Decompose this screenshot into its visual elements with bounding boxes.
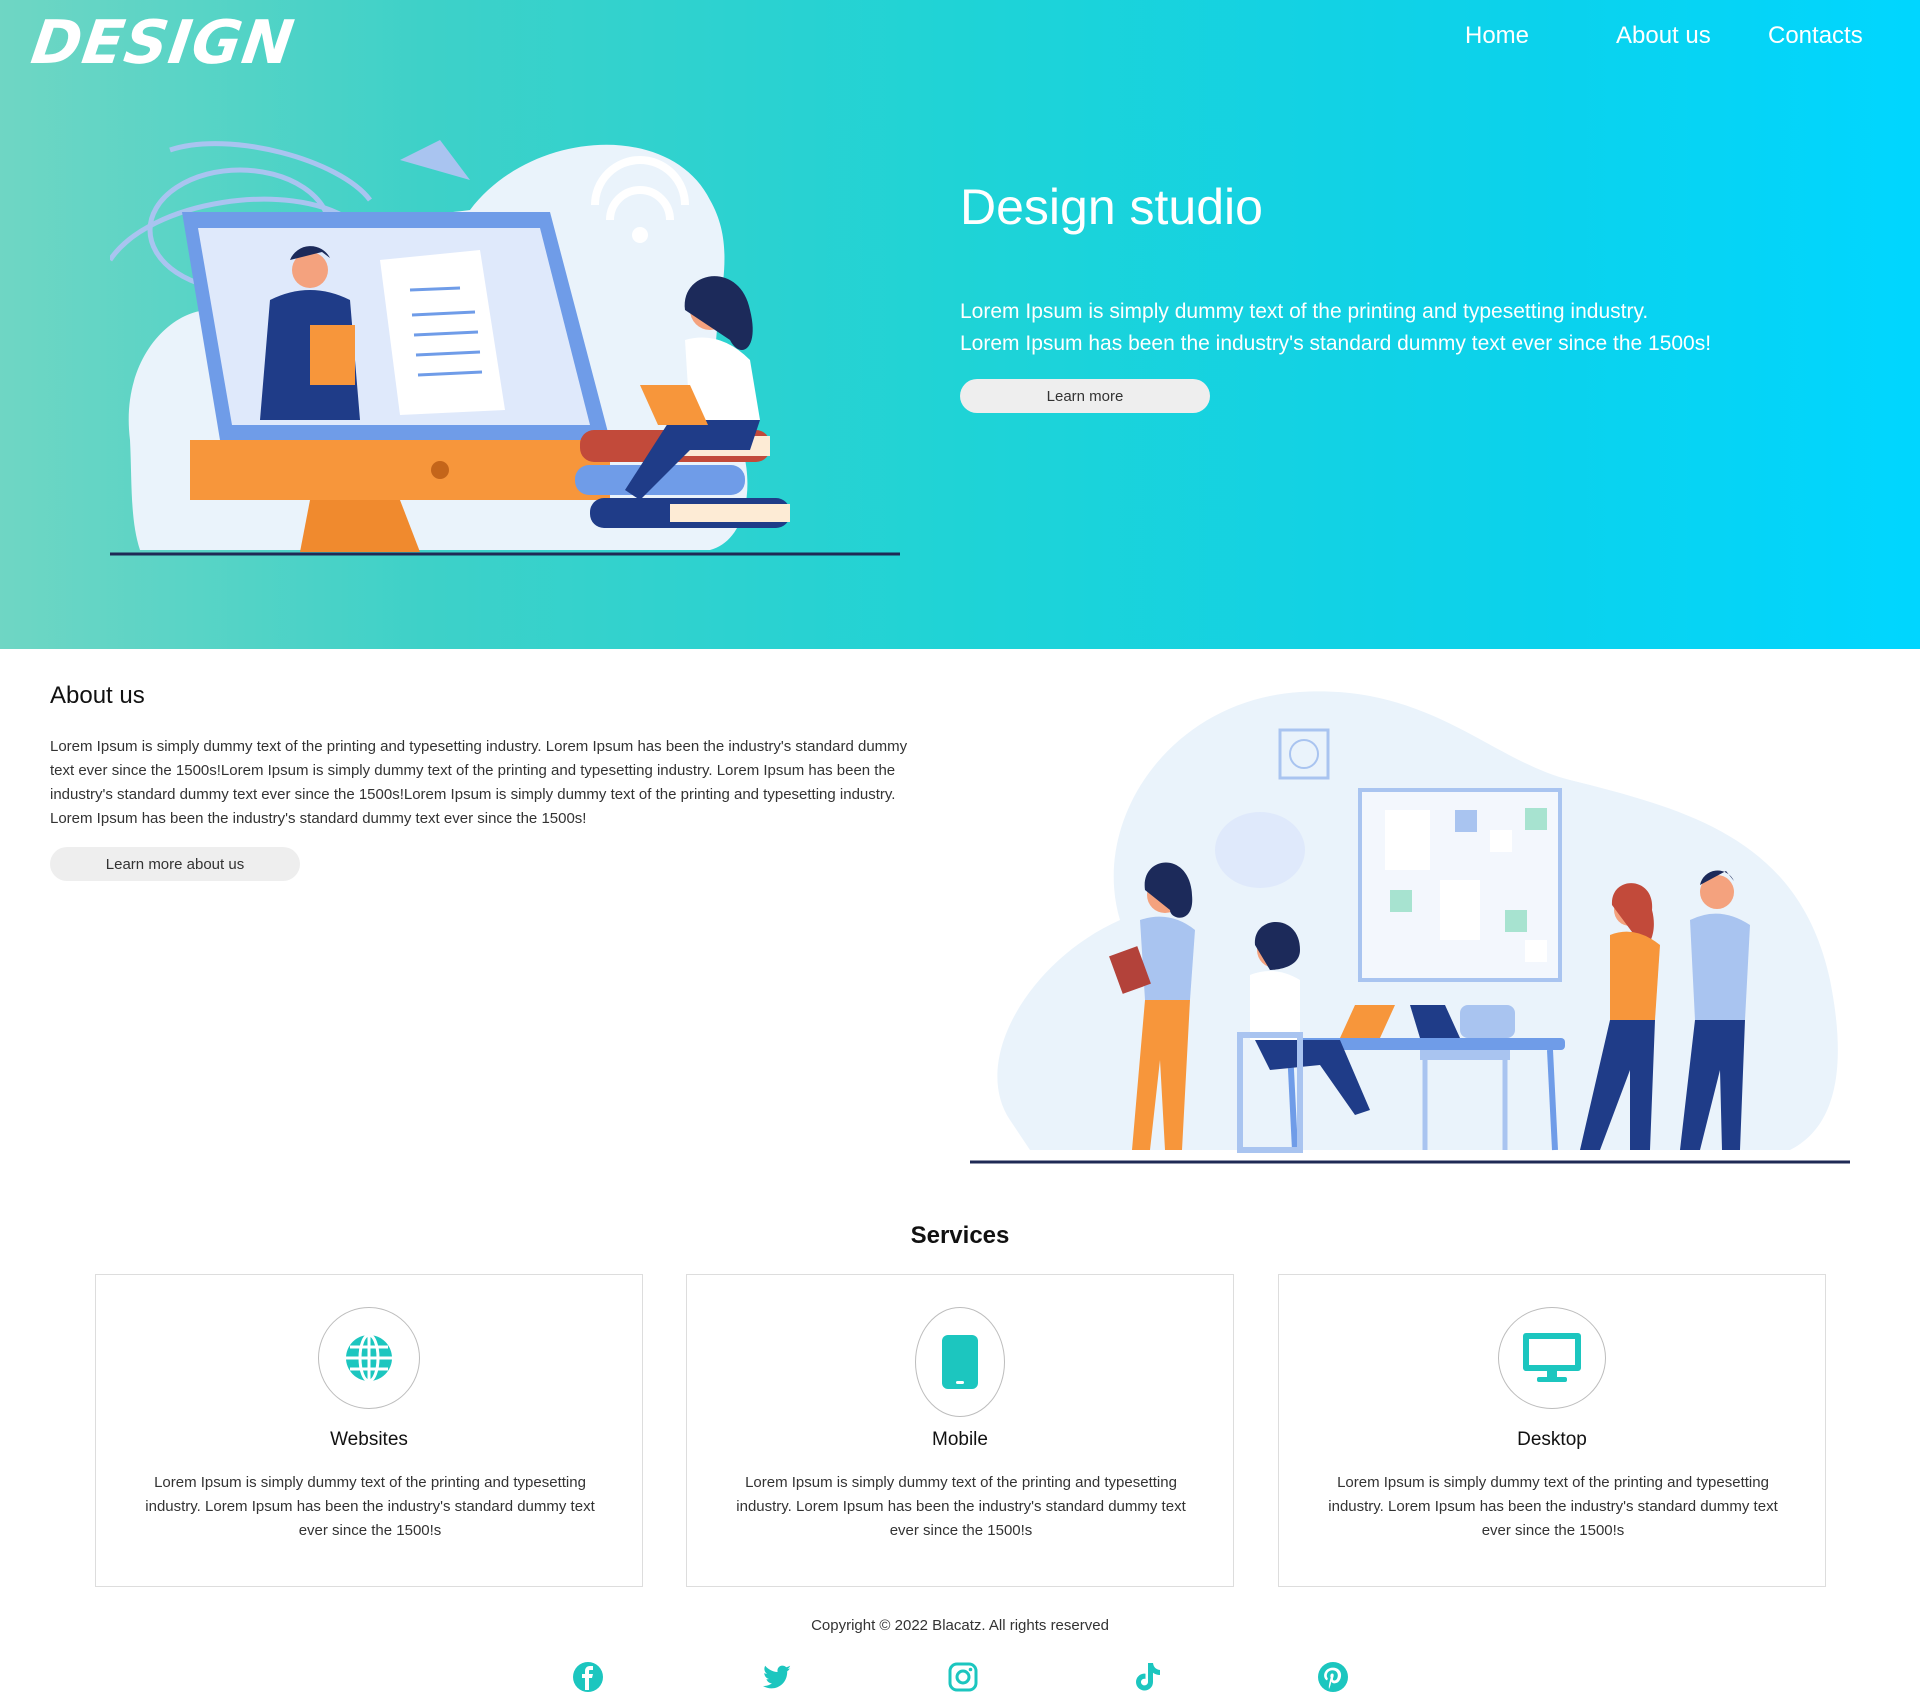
service-description-line: ever since the 1500!s [1481,1522,1625,1539]
service-description-line: Lorem Ipsum is simply dummy text of the … [154,1474,586,1491]
service-description-line: Lorem Ipsum is simply dummy text of the … [745,1474,1177,1491]
hero-illustration [110,140,900,556]
hero-section: DESIGN Home About us Contacts Design stu… [0,0,1920,649]
service-description: Lorem Ipsum is simply dummy text of the … [1309,1471,1797,1543]
desktop-icon [1498,1307,1606,1409]
service-card-desktop: Desktop Lorem Ipsum is simply dummy text… [1278,1274,1826,1587]
service-card-websites: Websites Lorem Ipsum is simply dummy tex… [95,1274,643,1587]
twitter-icon[interactable] [759,1660,793,1694]
services-title: Services [910,1222,1010,1249]
hero-description-line: Lorem Ipsum has been the industry's stan… [960,332,1712,355]
about-text-line: text ever since the 1500s!Lorem Ipsum is… [50,762,896,779]
hero-description-line: Lorem Ipsum is simply dummy text of the … [960,300,1649,323]
facebook-icon[interactable] [571,1660,605,1694]
nav-link-home[interactable]: Home [1465,22,1529,50]
service-description-line: ever since the 1500!s [298,1522,442,1539]
nav-link-about-us[interactable]: About us [1616,22,1711,50]
service-card-mobile: Mobile Lorem Ipsum is simply dummy text … [686,1274,1234,1587]
copyright-text: Copyright © 2022 Blacatz. All rights res… [811,1617,1109,1634]
service-description-line: ever since the 1500!s [889,1522,1033,1539]
about-text-line: industry's standard dummy text ever sinc… [50,786,896,803]
globe-icon [318,1307,420,1409]
service-description: Lorem Ipsum is simply dummy text of the … [126,1471,614,1543]
pinterest-icon[interactable] [1316,1660,1350,1694]
hero-description: Lorem Ipsum is simply dummy text of the … [960,296,1740,360]
service-description-line: industry. Lorem Ipsum has been the indus… [145,1498,595,1515]
nav-link-contacts[interactable]: Contacts [1768,22,1863,50]
about-title: About us [50,682,145,709]
service-description-line: Lorem Ipsum is simply dummy text of the … [1337,1474,1769,1491]
service-title: Mobile [932,1429,988,1450]
about-text-line: Lorem Ipsum is simply dummy text of the … [50,738,908,755]
main-nav: Home About us Contacts [0,22,1920,56]
learn-more-button[interactable]: Learn more [960,379,1210,413]
instagram-icon[interactable] [946,1660,980,1694]
service-description: Lorem Ipsum is simply dummy text of the … [717,1471,1205,1543]
about-text-line: Lorem Ipsum has been the industry's stan… [50,810,587,827]
service-description-line: industry. Lorem Ipsum has been the indus… [736,1498,1186,1515]
hero-title: Design studio [960,179,1263,235]
learn-more-about-us-button[interactable]: Learn more about us [50,847,300,881]
about-illustration [970,691,1850,1164]
smartphone-icon [915,1307,1005,1417]
service-title: Websites [330,1429,408,1450]
service-title: Desktop [1517,1429,1587,1450]
service-description-line: industry. Lorem Ipsum has been the indus… [1328,1498,1778,1515]
about-text: Lorem Ipsum is simply dummy text of the … [50,735,970,831]
tiktok-icon[interactable] [1130,1660,1164,1694]
